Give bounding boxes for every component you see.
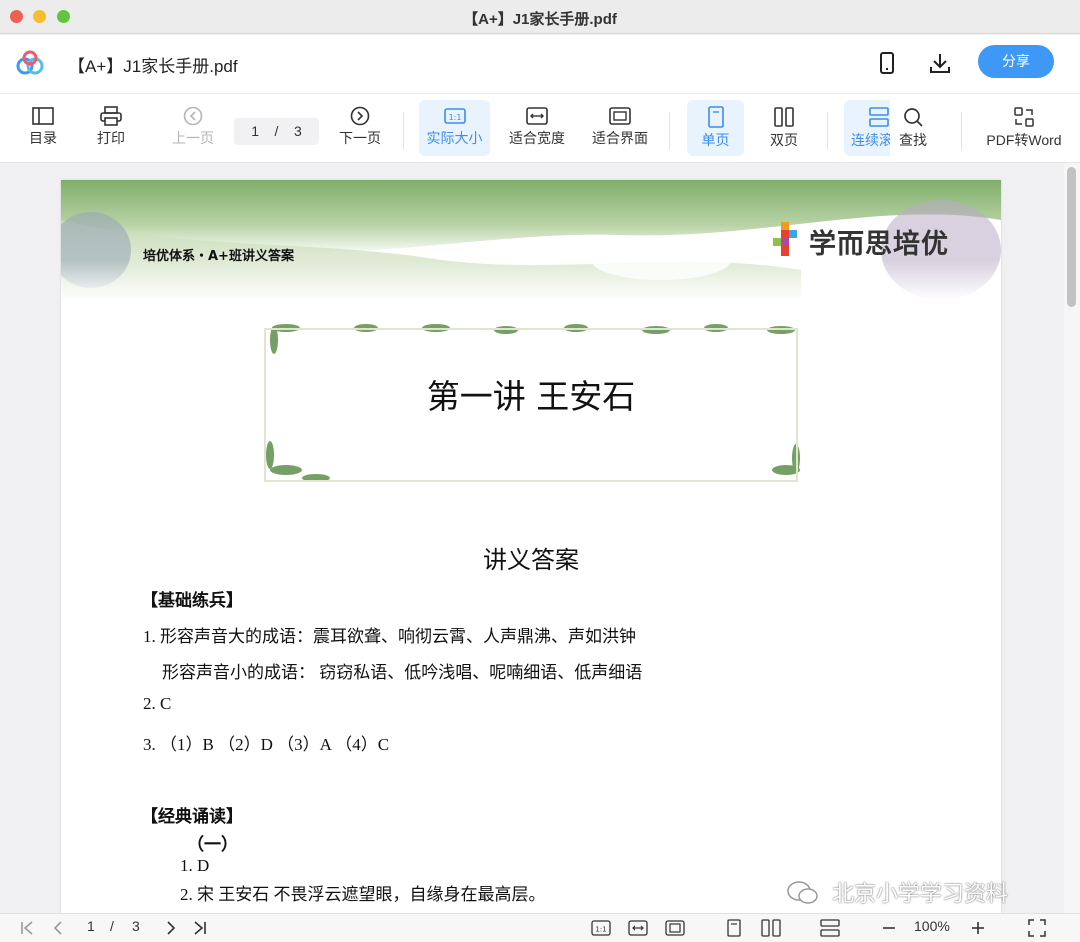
last-page-icon[interactable] (192, 920, 208, 936)
find-button[interactable]: 查找 (890, 100, 936, 156)
toc-button[interactable]: 目录 (18, 100, 68, 156)
lecture-title: 第一讲 王安石 (426, 377, 636, 416)
continuous-scroll-icon[interactable] (820, 919, 840, 937)
status-page-current[interactable]: 1 (87, 918, 95, 934)
actual-size-button[interactable]: 1:1 实际大小 (419, 100, 490, 156)
document-title: 【A+】J1家长手册.pdf (68, 57, 238, 76)
answers-heading: 讲义答案 (483, 548, 579, 574)
toolbar-divider (961, 112, 962, 150)
answer-line: 2. 宋 王安石 不畏浮云遮望眼，自缘身在最高层。 (180, 885, 546, 904)
fit-width-label: 适合宽度 (509, 130, 565, 146)
svg-text:1:1: 1:1 (595, 926, 606, 934)
scrollbar-thumb[interactable] (1067, 167, 1076, 307)
prev-page-icon[interactable] (50, 920, 66, 936)
fit-window-icon (609, 107, 631, 125)
watermark-text: 北京小学学习资料 (832, 882, 1009, 907)
fit-window-icon[interactable] (665, 919, 685, 937)
lecture-title-frame: 第一讲 王安石 (256, 320, 806, 490)
continuous-scroll-button[interactable]: 连续滚 (844, 100, 890, 156)
next-page-button[interactable]: 下一页 (334, 100, 386, 156)
chevron-right-circle-icon (350, 106, 370, 126)
section-heading-classic: 【经典诵读】 (141, 807, 243, 826)
first-page-icon[interactable] (20, 920, 36, 936)
toc-label: 目录 (29, 130, 57, 146)
fit-window-button[interactable]: 适合界面 (586, 100, 654, 156)
fit-width-button[interactable]: 适合宽度 (503, 100, 571, 156)
chevron-left-circle-icon (183, 106, 203, 126)
toolbar-divider (403, 112, 404, 150)
toc-icon (32, 107, 54, 125)
double-page-icon[interactable] (761, 919, 781, 937)
prev-page-button[interactable]: 上一页 (166, 100, 220, 156)
page-total: 3 (294, 123, 302, 139)
phone-icon[interactable] (877, 51, 897, 75)
answer-line: 1. D (180, 856, 210, 875)
document-viewport[interactable]: 培优体系・A+班讲义答案 学而思培优 第一讲 王安石 讲义答案 【基础练兵】 1… (0, 163, 1064, 913)
fullscreen-icon[interactable] (1028, 919, 1046, 937)
pdf-page: 培优体系・A+班讲义答案 学而思培优 第一讲 王安石 讲义答案 【基础练兵】 1… (61, 180, 1001, 913)
svg-text:1:1: 1:1 (448, 113, 461, 122)
printer-icon (100, 106, 122, 126)
toolbar-divider (669, 112, 670, 150)
section-heading-basic: 【基础练兵】 (141, 591, 243, 610)
vertical-scrollbar[interactable] (1064, 163, 1080, 913)
wechat-watermark-icon (787, 881, 818, 904)
continuous-scroll-icon (869, 107, 889, 127)
window-title: 【A+】J1家长手册.pdf (463, 11, 617, 28)
status-bar: 1 / 3 1:1 100% (0, 913, 1080, 942)
page-number-input[interactable]: 1 / 3 (234, 118, 319, 145)
download-icon[interactable] (929, 51, 951, 75)
actual-size-icon[interactable]: 1:1 (591, 919, 611, 937)
zoom-level[interactable]: 100% (914, 918, 950, 934)
zoom-out-icon[interactable] (881, 920, 897, 936)
page-current: 1 (251, 123, 259, 139)
fit-width-icon (526, 107, 548, 125)
prev-page-label: 上一页 (172, 130, 214, 146)
app-header: 【A+】J1家长手册.pdf 分享 (0, 35, 1080, 93)
convert-icon (1014, 107, 1034, 127)
app-logo-icon (16, 50, 44, 75)
answer-line: 2. C (143, 694, 172, 713)
search-icon (904, 108, 923, 127)
toolbar-divider (827, 112, 828, 150)
pdf-to-word-label: PDF转Word (986, 132, 1062, 148)
double-page-label: 双页 (770, 132, 798, 148)
share-button[interactable]: 分享 (978, 45, 1054, 78)
single-page-label: 单页 (701, 132, 730, 148)
print-button[interactable]: 打印 (86, 100, 136, 156)
double-page-icon (774, 107, 794, 127)
single-page-button[interactable]: 单页 (687, 100, 744, 156)
single-page-icon[interactable] (726, 919, 742, 937)
fit-window-label: 适合界面 (592, 130, 648, 146)
window-titlebar: 【A+】J1家长手册.pdf (0, 0, 1080, 34)
print-label: 打印 (97, 130, 125, 146)
page-separator: / (274, 123, 279, 139)
single-page-icon (707, 106, 724, 128)
status-page-total: 3 (132, 918, 140, 934)
status-page-separator: / (110, 918, 114, 934)
brand-name: 学而思培优 (809, 229, 949, 260)
actual-size-icon: 1:1 (443, 108, 466, 124)
answer-line: 形容声音小的成语： 窃窃私语、低吟浅唱、呢喃细语、低声细语 (162, 663, 643, 682)
next-page-icon[interactable] (163, 920, 179, 936)
answer-line: 3. （1）B （2）D （3）A （4）C (143, 735, 390, 754)
find-label: 查找 (899, 132, 927, 148)
series-label: 培优体系・A+班讲义答案 (143, 249, 294, 264)
actual-size-label: 实际大小 (426, 130, 483, 146)
zoom-in-icon[interactable] (970, 920, 986, 936)
pdf-to-word-button[interactable]: PDF转Word (982, 100, 1066, 156)
answer-line: 1. 形容声音大的成语：震耳欲聋、响彻云霄、人声鼎沸、声如洪钟 (143, 627, 636, 646)
toolbar: 目录 打印 上一页 1 / 3 下一页 1:1 实际大小 适合宽度 适合界面 单… (0, 93, 1080, 163)
brand-logo-icon (773, 222, 797, 256)
fit-width-icon[interactable] (628, 919, 648, 937)
next-page-label: 下一页 (339, 130, 381, 146)
continuous-scroll-label: 连续滚 (851, 132, 890, 148)
subsection-heading: （一） (187, 835, 238, 854)
double-page-button[interactable]: 双页 (757, 100, 811, 156)
